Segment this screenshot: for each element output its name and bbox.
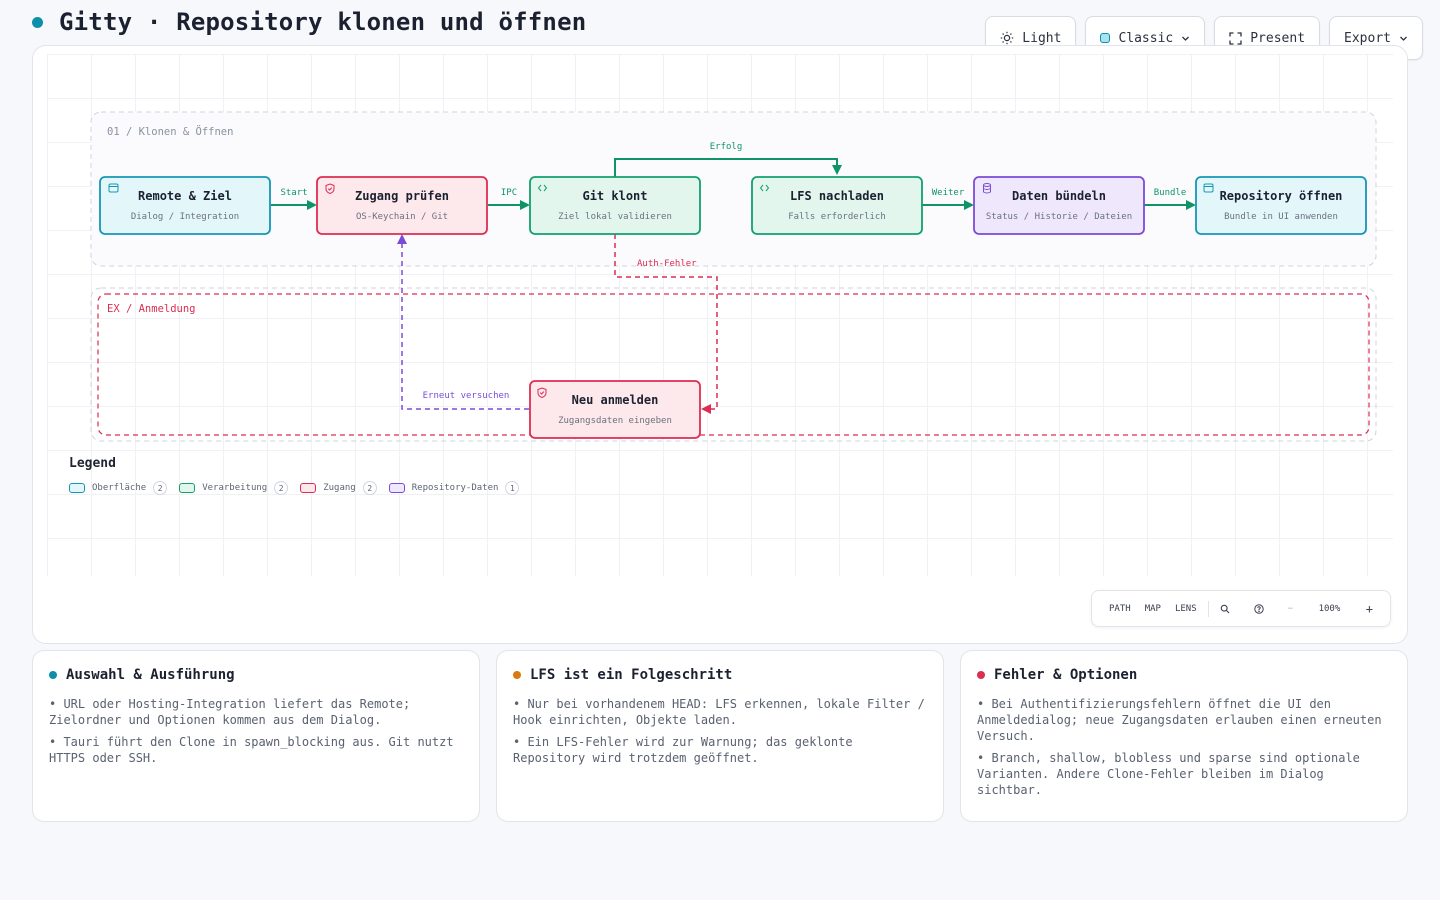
card-title: LFS ist ein Folgeschritt	[530, 667, 733, 683]
edge-success-label: Erfolg	[710, 142, 743, 152]
legend-swatch	[388, 483, 405, 493]
edge-retry-label: Erneut versuchen	[423, 391, 510, 401]
legend-item-ui[interactable]: Oberfläche 2	[69, 481, 168, 495]
legend-swatch	[179, 483, 196, 493]
node-login[interactable]: Neu anmelden Zugangsdaten eingeben	[529, 380, 701, 439]
info-card-selection: Auswahl & Ausführung • URL oder Hosting-…	[32, 650, 480, 822]
edge-bundle-label: Bundle	[1154, 188, 1187, 198]
node-lfs[interactable]: LFS nachladen Falls erforderlich	[751, 176, 923, 235]
node-open-sub: Bundle in UI anwenden	[1224, 212, 1338, 222]
fullscreen-icon	[1229, 31, 1242, 45]
legend-item-processing[interactable]: Verarbeitung 2	[179, 481, 289, 495]
node-clone-title: Git klont	[582, 189, 647, 203]
legend-swatch	[69, 483, 85, 493]
lens-mode-button[interactable]: LENS	[1168, 604, 1204, 614]
card-dot	[977, 671, 985, 679]
node-bundle-sub: Status / Historie / Dateien	[986, 212, 1132, 222]
node-bundle-title: Daten bündeln	[1012, 189, 1106, 203]
legend-count: 2	[362, 481, 377, 495]
zoom-in-button[interactable]: +	[1359, 602, 1380, 616]
card-bullet: • Bei Authentifizierungsfehlern öffnet d…	[977, 697, 1382, 743]
card-title: Auswahl & Ausführung	[66, 667, 235, 683]
node-remote[interactable]: Remote & Ziel Dialog / Integration	[99, 176, 271, 235]
diagram-canvas[interactable]: 01 / Klonen & Öffnen EX / Anmeldung Star…	[32, 45, 1408, 644]
style-label: Classic	[1118, 30, 1174, 46]
legend-title: Legend	[69, 456, 116, 471]
card-dot	[513, 671, 521, 679]
card-bullet: • Ein LFS-Fehler wird zur Warnung; das g…	[513, 735, 853, 765]
zoom-out-button[interactable]: −	[1281, 604, 1300, 614]
search-icon	[1220, 604, 1230, 613]
sun-icon	[1001, 31, 1014, 45]
chevron-down-icon	[1182, 36, 1190, 41]
flow-diagram: 01 / Klonen & Öffnen EX / Anmeldung Star…	[90, 111, 1377, 442]
divider	[1207, 600, 1209, 617]
node-access-sub: OS-Keychain / Git	[356, 212, 448, 222]
chevron-down-icon	[1400, 36, 1407, 41]
help-button[interactable]	[1247, 603, 1271, 614]
node-access[interactable]: Zugang prüfen OS-Keychain / Git	[316, 176, 488, 235]
export-label: Export	[1344, 30, 1391, 46]
node-lfs-title: LFS nachladen	[790, 189, 884, 203]
legend-count: 2	[153, 481, 168, 495]
node-access-title: Zugang prüfen	[355, 189, 449, 203]
node-clone-sub: Ziel lokal validieren	[558, 212, 672, 222]
group-main-label: 01 / Klonen & Öffnen	[107, 125, 233, 138]
node-open-title: Repository öffnen	[1220, 189, 1343, 203]
info-cards: Auswahl & Ausführung • URL oder Hosting-…	[32, 650, 1408, 822]
path-mode-button[interactable]: PATH	[1102, 604, 1138, 614]
map-mode-button[interactable]: MAP	[1138, 604, 1168, 614]
node-login-title: Neu anmelden	[572, 393, 659, 407]
edge-ipc-label: IPC	[501, 188, 517, 198]
legend-label: Verarbeitung	[202, 483, 268, 493]
edge-start-label: Start	[280, 188, 307, 198]
node-bundle[interactable]: Daten bündeln Status / Historie / Dateie…	[973, 176, 1145, 235]
legend-item-access[interactable]: Zugang 2	[300, 481, 377, 495]
node-remote-sub: Dialog / Integration	[131, 212, 239, 222]
card-bullet: • Branch, shallow, blobless und sparse s…	[977, 751, 1360, 797]
node-login-sub: Zugangsdaten eingeben	[558, 416, 672, 426]
help-icon	[1253, 603, 1264, 614]
legend-item-data[interactable]: Repository-Daten 1	[388, 481, 520, 495]
card-title: Fehler & Optionen	[994, 667, 1138, 683]
theme-label: Light	[1022, 30, 1062, 46]
legend-label: Repository-Daten	[411, 483, 499, 493]
legend-count: 1	[505, 481, 520, 495]
edge-next-label: Weiter	[932, 188, 965, 198]
present-label: Present	[1250, 30, 1306, 46]
page-title: Gitty · Repository klonen und öffnen	[59, 8, 587, 36]
legend-swatch	[300, 483, 317, 493]
title-status-dot	[32, 16, 43, 28]
group-exception: EX / Anmeldung	[90, 287, 1377, 442]
card-bullet: • URL oder Hosting-Integration liefert d…	[49, 697, 411, 727]
legend-count: 2	[274, 481, 289, 495]
legend-label: Oberfläche	[92, 483, 147, 493]
node-lfs-sub: Falls erforderlich	[788, 212, 886, 222]
info-card-errors: Fehler & Optionen • Bei Authentifizierun…	[960, 650, 1408, 822]
info-card-lfs: LFS ist ein Folgeschritt • Nur bei vorha…	[496, 650, 944, 822]
page-header: Gitty · Repository klonen und öffnen	[32, 6, 586, 38]
group-exception-label: EX / Anmeldung	[107, 303, 196, 315]
node-open[interactable]: Repository öffnen Bundle in UI anwenden	[1195, 176, 1367, 235]
view-controls: PATH MAP LENS − 100% +	[1091, 590, 1391, 627]
search-button[interactable]	[1213, 604, 1237, 614]
zoom-level: 100%	[1318, 603, 1341, 614]
card-bullet: • Nur bei vorhandenem HEAD: LFS erkennen…	[513, 697, 925, 727]
legend-label: Zugang	[323, 483, 356, 493]
card-dot	[49, 671, 57, 679]
node-clone[interactable]: Git klont Ziel lokal validieren	[529, 176, 701, 235]
style-swatch-icon	[1100, 33, 1111, 43]
edge-auth-error-label: Auth-Fehler	[637, 259, 697, 269]
legend: Legend Oberfläche 2 Verarbeitung 2 Zugan…	[69, 456, 520, 495]
node-remote-title: Remote & Ziel	[138, 189, 232, 203]
card-bullet: • Tauri führt den Clone in spawn_blockin…	[49, 735, 454, 765]
